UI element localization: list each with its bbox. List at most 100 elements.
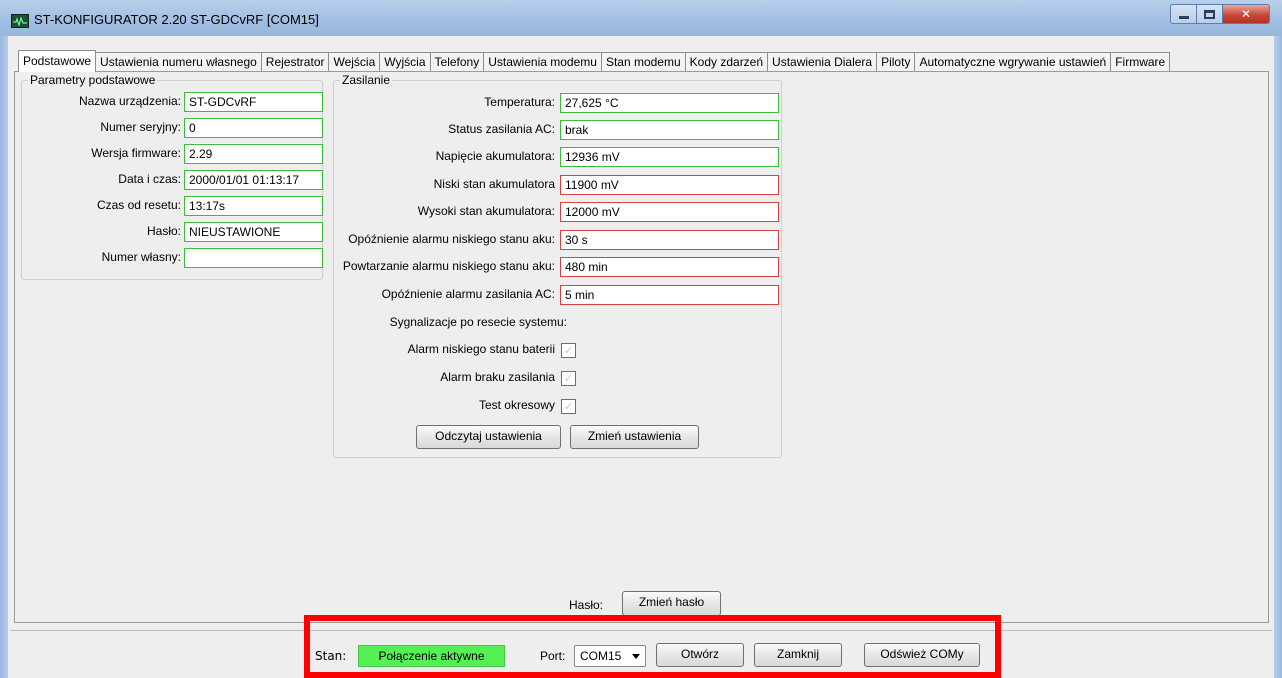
tab-ustawienia-dialera[interactable]: Ustawienia Dialera <box>767 52 878 72</box>
basic-params-panel: Parametry podstawowe Nazwa urządzenia: S… <box>21 73 323 280</box>
power-row-ac-alarm-delay: Opóźnienie alarmu zasilania AC: 5 min <box>334 285 781 305</box>
basic-row-uptime: Czas od resetu: 13:17s <box>22 196 323 216</box>
ac-alarm-delay-field[interactable]: 5 min <box>560 285 779 305</box>
tab-firmware[interactable]: Firmware <box>1110 52 1171 72</box>
power-row-checkbox-ac-loss: Alarm braku zasilania ✓ <box>334 368 781 388</box>
basic-row-datetime: Data i czas: 2000/01/01 01:13:17 <box>22 170 323 190</box>
low-battery-alarm-checkbox[interactable]: ✓ <box>561 343 576 358</box>
open-port-button[interactable]: Otwórz <box>656 643 744 667</box>
refresh-coms-button[interactable]: Odśwież COMy <box>864 643 980 667</box>
power-row-high-battery: Wysoki stan akumulatora: 12000 mV <box>334 202 781 222</box>
power-row-temperature: Temperatura: 27,625 °C <box>334 93 781 113</box>
app-window: ST-KONFIGURATOR 2.20 ST-GDCvRF [COM15] ✕… <box>0 0 1282 678</box>
signals-label: Sygnalizacje po resecie systemu: <box>389 315 567 329</box>
high-battery-label: Wysoki stan akumulatora: <box>417 204 555 218</box>
low-alarm-delay-field[interactable]: 30 s <box>560 230 779 250</box>
serial-number-field[interactable]: 0 <box>184 118 323 138</box>
ac-loss-alarm-label: Alarm braku zasilania <box>440 370 555 384</box>
ac-status-label: Status zasilania AC: <box>448 122 555 136</box>
window-border-left <box>0 36 8 678</box>
state-label: Stan: <box>315 649 347 663</box>
periodic-test-checkbox[interactable]: ✓ <box>561 399 576 414</box>
change-settings-button[interactable]: Zmień ustawienia <box>570 425 699 449</box>
port-select[interactable]: COM15 <box>574 645 646 667</box>
tab-podstawowe[interactable]: Podstawowe <box>18 50 97 72</box>
temperature-field[interactable]: 27,625 °C <box>560 93 779 113</box>
power-row-low-alarm-repeat: Powtarzanie alarmu niskiego stanu aku: 4… <box>334 257 781 277</box>
power-row-ac-status: Status zasilania AC: brak <box>334 120 781 140</box>
password-status-field[interactable]: NIEUSTAWIONE <box>184 222 323 242</box>
password-status-label: Hasło: <box>146 224 181 238</box>
minimize-button[interactable] <box>1170 4 1197 24</box>
periodic-test-label: Test okresowy <box>478 398 555 412</box>
tab-wyjscia[interactable]: Wyjścia <box>379 52 431 72</box>
power-row-signals: Sygnalizacje po resecie systemu: <box>334 313 781 333</box>
serial-number-label: Numer seryjny: <box>100 120 181 134</box>
read-settings-button[interactable]: Odczytaj ustawienia <box>416 425 561 449</box>
tab-wejscia[interactable]: Wejścia <box>328 52 381 72</box>
device-name-label: Nazwa urządzenia: <box>78 94 181 108</box>
basic-row-own-number: Numer własny: <box>22 248 323 268</box>
tab-piloty[interactable]: Piloty <box>876 52 916 72</box>
power-panel-title: Zasilanie <box>340 73 393 87</box>
firmware-version-field[interactable]: 2.29 <box>184 144 323 164</box>
tab-telefony[interactable]: Telefony <box>429 52 485 72</box>
tab-stan-modemu[interactable]: Stan modemu <box>600 52 686 72</box>
power-row-checkbox-low-battery: Alarm niskiego stanu baterii ✓ <box>334 340 781 360</box>
maximize-button[interactable] <box>1197 4 1223 24</box>
low-battery-alarm-label: Alarm niskiego stanu baterii <box>407 342 555 356</box>
tab-ustawienia-modemu[interactable]: Ustawienia modemu <box>483 52 602 72</box>
tab-ustawienia-numeru-wlasnego[interactable]: Ustawienia numeru własnego <box>95 52 262 72</box>
tab-content: Parametry podstawowe Nazwa urządzenia: S… <box>14 71 1269 623</box>
firmware-version-label: Wersja firmware: <box>91 146 181 160</box>
power-row-checkbox-periodic-test: Test okresowy ✓ <box>334 396 781 416</box>
own-number-label: Numer własny: <box>101 250 181 264</box>
uptime-label: Czas od resetu: <box>96 198 181 212</box>
close-window-button[interactable]: ✕ <box>1223 4 1270 24</box>
maximize-icon <box>1204 9 1215 19</box>
close-port-button[interactable]: Zamknij <box>754 643 842 667</box>
low-battery-field[interactable]: 11900 mV <box>560 175 779 195</box>
power-row-low-alarm-delay: Opóźnienie alarmu niskiego stanu aku: 30… <box>334 230 781 250</box>
window-border-right <box>1274 36 1282 678</box>
low-alarm-repeat-label: Powtarzanie alarmu niskiego stanu aku: <box>342 259 555 273</box>
ac-loss-alarm-checkbox[interactable]: ✓ <box>561 371 576 386</box>
tab-rejestrator[interactable]: Rejestrator <box>260 52 330 72</box>
power-panel: Zasilanie Temperatura: 27,625 °C Status … <box>333 73 782 458</box>
tab-kody-zdarzen[interactable]: Kody zdarzeń <box>684 52 769 72</box>
tab-automatyczne-wgrywanie[interactable]: Automatyczne wgrywanie ustawień <box>914 52 1112 72</box>
low-alarm-repeat-field[interactable]: 480 min <box>560 257 779 277</box>
connection-state-field: Połączenie aktywne <box>358 645 505 667</box>
window-title: ST-KONFIGURATOR 2.20 ST-GDCvRF [COM15] <box>34 12 319 27</box>
uptime-field[interactable]: 13:17s <box>184 196 323 216</box>
low-alarm-delay-label: Opóźnienie alarmu niskiego stanu aku: <box>348 232 555 246</box>
tab-bar: Podstawowe Ustawienia numeru własnego Re… <box>18 50 1171 72</box>
power-row-low-battery: Niski stan akumulatora 11900 mV <box>334 175 781 195</box>
datetime-field[interactable]: 2000/01/01 01:13:17 <box>184 170 323 190</box>
close-icon: ✕ <box>1240 7 1252 21</box>
basic-params-title: Parametry podstawowe <box>28 73 158 87</box>
battery-voltage-field[interactable]: 12936 mV <box>560 147 779 167</box>
port-label: Port: <box>540 649 566 663</box>
app-logo-icon <box>11 14 29 28</box>
high-battery-field[interactable]: 12000 mV <box>560 202 779 222</box>
password-label: Hasło: <box>569 598 604 612</box>
basic-row-password: Hasło: NIEUSTAWIONE <box>22 222 323 242</box>
ac-alarm-delay-label: Opóźnienie alarmu zasilania AC: <box>381 287 555 301</box>
port-select-value: COM15 <box>580 649 622 663</box>
chevron-down-icon <box>632 654 640 659</box>
minimize-icon <box>1178 16 1189 19</box>
device-name-field[interactable]: ST-GDCvRF <box>184 92 323 112</box>
low-battery-label: Niski stan akumulatora <box>433 177 555 191</box>
datetime-label: Data i czas: <box>118 172 181 186</box>
basic-row-device-name: Nazwa urządzenia: ST-GDCvRF <box>22 92 323 112</box>
basic-row-firmware: Wersja firmware: 2.29 <box>22 144 323 164</box>
change-password-button[interactable]: Zmień hasło <box>622 591 721 616</box>
status-bar: Stan: Połączenie aktywne Port: COM15 Otw… <box>10 630 1272 674</box>
title-bar[interactable]: ST-KONFIGURATOR 2.20 ST-GDCvRF [COM15] ✕ <box>0 0 1282 36</box>
battery-voltage-label: Napięcie akumulatora: <box>435 149 555 163</box>
temperature-label: Temperatura: <box>484 95 555 109</box>
own-number-field[interactable] <box>184 248 323 268</box>
ac-status-field[interactable]: brak <box>560 120 779 140</box>
basic-row-serial: Numer seryjny: 0 <box>22 118 323 138</box>
